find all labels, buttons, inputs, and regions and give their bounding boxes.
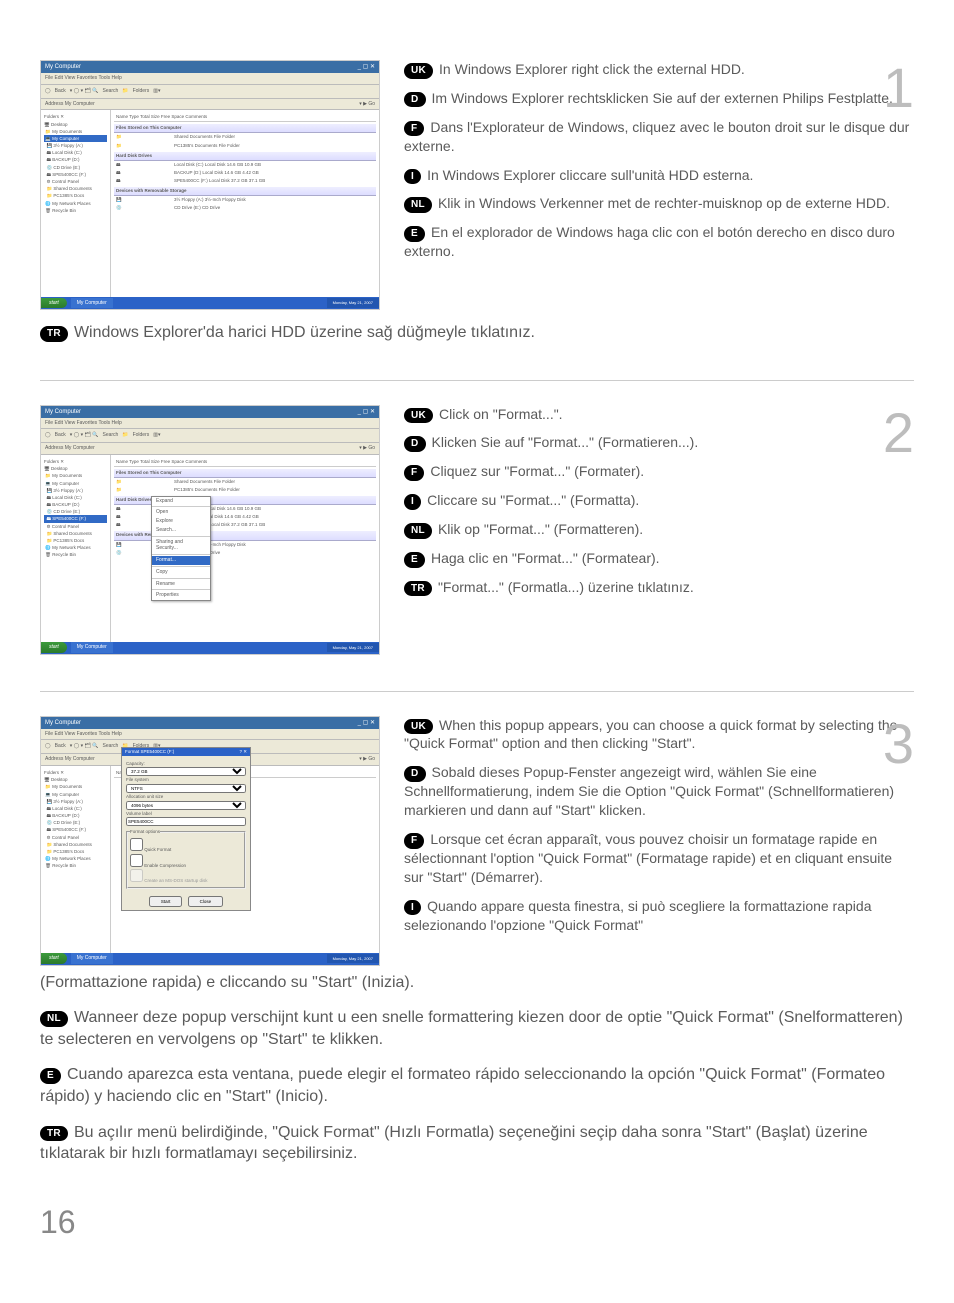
badge-e: E — [404, 226, 425, 242]
step2-f: FCliquez sur "Format..." (Formater). — [404, 462, 914, 481]
step-number-3: 3 — [883, 716, 914, 772]
step3-e: ECuando aparezca esta ventana, puede ele… — [40, 1064, 914, 1107]
context-format[interactable]: Format... — [152, 556, 210, 565]
badge-tr: TR — [40, 326, 68, 342]
step-number-1: 1 — [883, 60, 914, 116]
dialog-close-button[interactable]: Close — [188, 896, 224, 907]
step3-i-part2: (Formattazione rapida) e cliccando su "S… — [40, 972, 914, 994]
badge-f: F — [404, 121, 424, 137]
volume-label-input[interactable] — [126, 817, 246, 826]
badge-uk: UK — [404, 63, 433, 79]
context-menu[interactable]: Expand Open Explore Search... Sharing an… — [151, 496, 211, 602]
step2-nl: NLKlik op "Format..." (Formatteren). — [404, 520, 914, 539]
step1-i: IIn Windows Explorer cliccare sull'unità… — [404, 166, 914, 185]
allocation-select[interactable]: 4096 bytes — [126, 801, 246, 810]
step3-i-part1: IQuando appare questa finestra, si può s… — [404, 897, 914, 935]
step2-e: EHaga clic en "Format..." (Formatear). — [404, 549, 914, 568]
screenshot-3: My Computer_ ▢ ✕ File Edit View Favorite… — [40, 716, 380, 966]
dialog-start-button[interactable]: Start — [149, 896, 183, 907]
step1-tr: TRWindows Explorer'da harici HDD üzerine… — [40, 322, 914, 344]
screenshot-1: My Computer_ ▢ ✕ File Edit View Favorite… — [40, 60, 380, 310]
divider — [40, 691, 914, 692]
format-dialog[interactable]: Format SPE5400CC (F:)? ✕ Capacity: 37.2 … — [121, 747, 251, 911]
step-number-2: 2 — [883, 405, 914, 461]
step2-uk: UKClick on "Format...". — [404, 405, 914, 424]
step3-f: FLorsque cet écran apparaît, vous pouvez… — [404, 830, 914, 887]
page-number: 16 — [40, 1201, 914, 1244]
divider — [40, 380, 914, 381]
step3-uk: UKWhen this popup appears, you can choos… — [404, 716, 914, 754]
quick-format-checkbox[interactable] — [130, 838, 143, 851]
step2-tr: TR"Format..." (Formatla...) üzerine tıkl… — [404, 578, 914, 597]
step1-nl: NLKlik in Windows Verkenner met de recht… — [404, 194, 914, 213]
step1-d: DIm Windows Explorer rechtsklicken Sie a… — [404, 89, 914, 108]
step2-i: ICliccare su "Format..." (Formatta). — [404, 491, 914, 510]
badge-d: D — [404, 92, 426, 108]
badge-i: I — [404, 169, 421, 185]
step2-d: DKlicken Sie auf "Format..." (Formatiere… — [404, 433, 914, 452]
step3-nl: NLWanneer deze popup verschijnt kunt u e… — [40, 1007, 914, 1050]
capacity-select[interactable]: 37.2 GB — [126, 767, 246, 776]
badge-nl: NL — [404, 197, 432, 213]
step1-f: FDans l'Explorateur de Windows, cliquez … — [404, 118, 914, 156]
filesystem-select[interactable]: NTFS — [126, 784, 246, 793]
screenshot-2: My Computer_ ▢ ✕ File Edit View Favorite… — [40, 405, 380, 655]
step1-e: EEn el explorador de Windows haga clic c… — [404, 223, 914, 261]
step3-tr: TRBu açılır menü belirdiğinde, "Quick Fo… — [40, 1122, 914, 1165]
step3-d: DSobald dieses Popup-Fenster angezeigt w… — [404, 763, 914, 820]
step1-uk: UKIn Windows Explorer right click the ex… — [404, 60, 914, 79]
enable-compression-checkbox[interactable] — [130, 854, 143, 867]
